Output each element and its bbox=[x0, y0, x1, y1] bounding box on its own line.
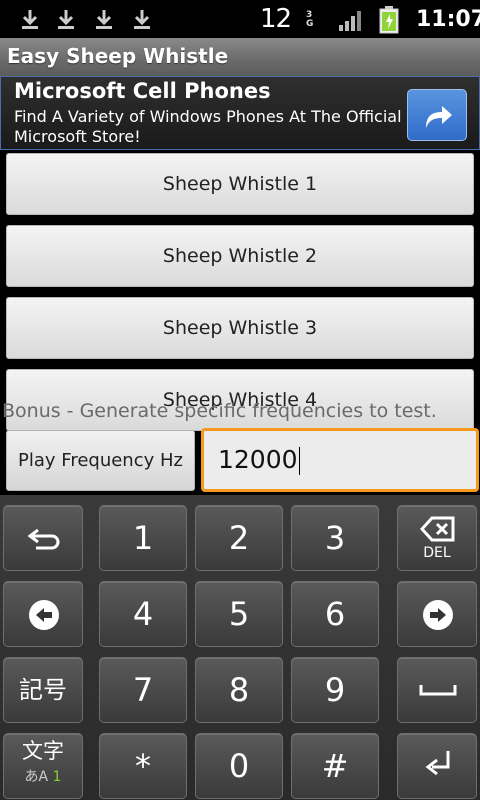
enter-icon bbox=[425, 751, 450, 776]
right-arrow-icon bbox=[423, 600, 453, 630]
play-frequency-button[interactable]: Play Frequency Hz bbox=[6, 430, 195, 491]
app-title: Easy Sheep Whistle bbox=[7, 44, 229, 68]
key-right-arrow[interactable] bbox=[397, 581, 477, 647]
input-mode-sub: あA 1 bbox=[4, 768, 82, 786]
key-delete[interactable]: DEL bbox=[397, 505, 477, 571]
ad-description-2: Microsoft Store! bbox=[14, 127, 141, 146]
key-star[interactable]: * bbox=[99, 733, 187, 799]
status-bar: 12 3G 11:07 bbox=[0, 0, 480, 38]
signal-icon bbox=[339, 11, 361, 31]
download-icon bbox=[134, 10, 150, 29]
key-input-mode[interactable]: 文字 あA 1 bbox=[3, 733, 83, 799]
ad-share-button[interactable] bbox=[407, 89, 467, 141]
key-4[interactable]: 4 bbox=[99, 581, 187, 647]
sheep-whistle-3-button[interactable]: Sheep Whistle 3 bbox=[6, 297, 474, 359]
notification-count: 12 bbox=[260, 4, 292, 34]
text-cursor bbox=[298, 447, 300, 475]
download-icon bbox=[96, 10, 112, 29]
key-hash[interactable]: # bbox=[291, 733, 379, 799]
clock: 11:07 bbox=[416, 7, 480, 32]
undo-arrow-icon bbox=[27, 528, 60, 550]
frequency-input[interactable]: 12000 bbox=[201, 428, 479, 492]
left-arrow-icon bbox=[29, 600, 59, 630]
key-8[interactable]: 8 bbox=[195, 657, 283, 723]
key-5[interactable]: 5 bbox=[195, 581, 283, 647]
network-type: 3G bbox=[306, 10, 314, 29]
input-mode-sub-num: 1 bbox=[52, 769, 62, 785]
key-undo[interactable] bbox=[3, 505, 83, 571]
battery-icon bbox=[379, 6, 399, 34]
space-icon bbox=[419, 685, 457, 696]
ad-banner[interactable]: Microsoft Cell Phones Find A Variety of … bbox=[0, 76, 480, 150]
input-mode-label: 文字 bbox=[22, 739, 64, 763]
backspace-icon bbox=[420, 516, 455, 542]
key-2[interactable]: 2 bbox=[195, 505, 283, 571]
key-1[interactable]: 1 bbox=[99, 505, 187, 571]
bonus-text: Bonus - Generate specific frequencies to… bbox=[2, 400, 437, 422]
key-0[interactable]: 0 bbox=[195, 733, 283, 799]
key-enter[interactable] bbox=[397, 733, 477, 799]
key-3[interactable]: 3 bbox=[291, 505, 379, 571]
key-left-arrow[interactable] bbox=[3, 581, 83, 647]
frequency-value: 12000 bbox=[218, 445, 298, 474]
download-icon bbox=[58, 10, 74, 29]
key-symbols[interactable]: 記号 bbox=[3, 657, 83, 723]
share-arrow-icon bbox=[426, 106, 452, 128]
key-space[interactable] bbox=[397, 657, 477, 723]
sheep-whistle-1-button[interactable]: Sheep Whistle 1 bbox=[6, 153, 474, 215]
download-icon bbox=[22, 10, 38, 29]
key-7[interactable]: 7 bbox=[99, 657, 187, 723]
main-content: Sheep Whistle 1 Sheep Whistle 2 Sheep Wh… bbox=[0, 150, 480, 495]
del-label: DEL bbox=[423, 545, 451, 561]
key-9[interactable]: 9 bbox=[291, 657, 379, 723]
app-title-bar: Easy Sheep Whistle bbox=[0, 38, 480, 76]
input-mode-sub-text: あA bbox=[24, 769, 49, 785]
key-6[interactable]: 6 bbox=[291, 581, 379, 647]
ad-title: Microsoft Cell Phones bbox=[14, 79, 271, 103]
ad-description: Find A Variety of Windows Phones At The … bbox=[14, 107, 402, 126]
sheep-whistle-2-button[interactable]: Sheep Whistle 2 bbox=[6, 225, 474, 287]
numeric-keyboard: 1 2 3 DEL 4 5 6 記号 7 8 9 文字 あA 1 * 0 # bbox=[0, 495, 480, 800]
